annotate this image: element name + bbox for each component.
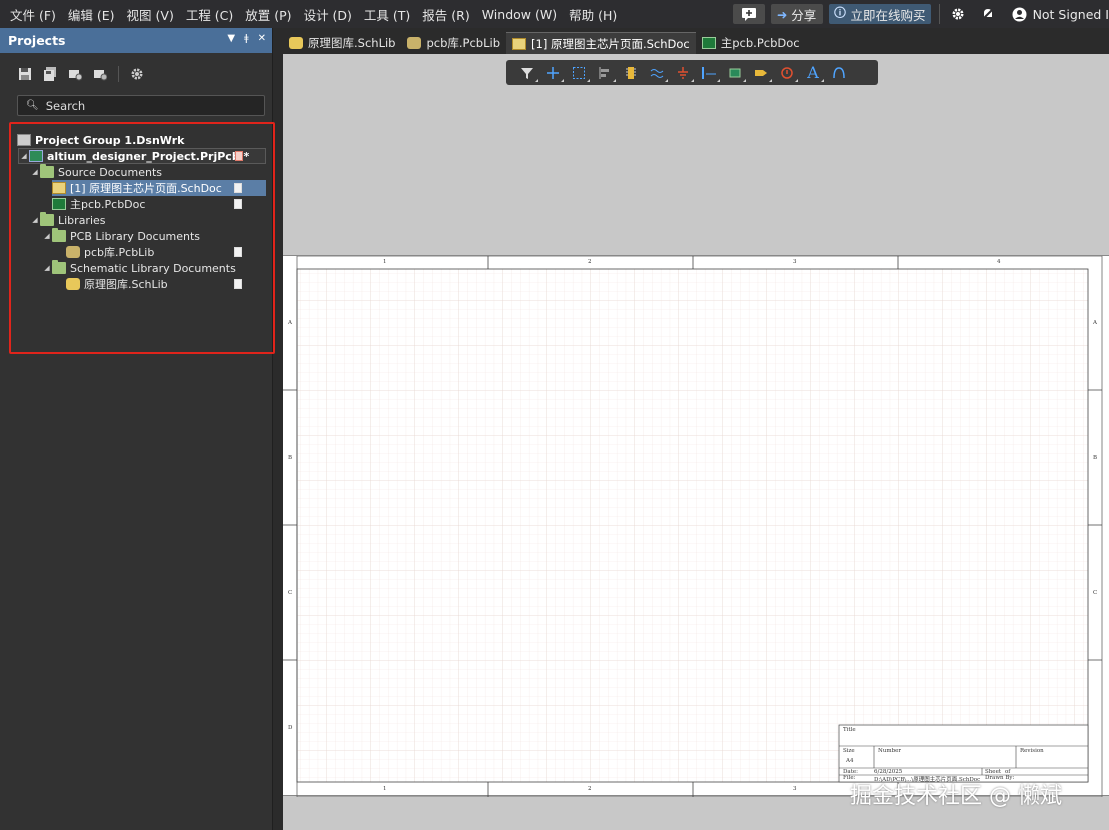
- search-placeholder: Search: [45, 98, 86, 113]
- menubar-right: ➜ 分享 🛈 立即在线购买 Not Signed I: [727, 0, 1109, 28]
- title-block-title-label: Title: [843, 727, 856, 733]
- watermark-text: 掘金技术社区 @ 懒斌: [850, 784, 1062, 809]
- gear-icon: [952, 8, 964, 20]
- column-label-4: 4: [997, 259, 1001, 265]
- highlight-annotation-box: [9, 122, 275, 354]
- menu-place[interactable]: 放置 (P): [245, 5, 291, 24]
- account-label: Not Signed I: [1032, 6, 1109, 22]
- search-input[interactable]: 🔍︎ Search: [17, 95, 265, 116]
- select-rectangle-icon[interactable]: [568, 64, 590, 82]
- pcb-doc-icon: [701, 37, 716, 49]
- settings-button[interactable]: [946, 4, 970, 24]
- filter-icon[interactable]: [516, 64, 538, 82]
- column-label-2-bottom: 2: [588, 786, 592, 792]
- panel-toolbar: [0, 53, 272, 95]
- user-icon: [1012, 7, 1027, 21]
- port-icon[interactable]: [750, 64, 772, 82]
- panel-header-controls: ▼ ǂ ✕: [227, 33, 266, 44]
- wire-icon[interactable]: [646, 64, 668, 82]
- bus-entry-icon[interactable]: [698, 64, 720, 82]
- sheet-symbol-icon[interactable]: [724, 64, 746, 82]
- account-button[interactable]: Not Signed I: [1006, 4, 1109, 24]
- close-icon[interactable]: ✕: [258, 33, 266, 44]
- component-icon[interactable]: [620, 64, 642, 82]
- bell-off-icon: [980, 7, 995, 21]
- column-label-3-bottom: 3: [793, 786, 797, 792]
- tab-label: [1] 原理图主芯片页面.SchDoc: [531, 36, 690, 51]
- toolbar-separator: [938, 4, 940, 24]
- row-label-b: B: [288, 455, 293, 461]
- gear-icon[interactable]: [130, 67, 144, 81]
- save-icon[interactable]: [18, 67, 32, 81]
- title-block-size-label: Size: [843, 748, 855, 754]
- row-label-d: D: [288, 725, 293, 731]
- altium-designer-window: 文件 (F) 编辑 (E) 视图 (V) 工程 (C) 放置 (P) 设计 (D…: [0, 0, 1109, 830]
- row-label-c-right: C: [1093, 590, 1098, 596]
- menu-bar: 文件 (F) 编辑 (E) 视图 (V) 工程 (C) 放置 (P) 设计 (D…: [0, 0, 1109, 28]
- notifications-button[interactable]: [976, 4, 1000, 24]
- menu-help[interactable]: 帮助 (H): [569, 5, 617, 24]
- title-block-size-value: A4: [846, 758, 854, 764]
- schematic-doc-icon: [512, 37, 527, 50]
- title-block-number-label: Number: [878, 748, 901, 754]
- column-label-3: 3: [793, 259, 797, 265]
- align-icon[interactable]: [594, 64, 616, 82]
- tab-pcbdoc[interactable]: 主pcb.PcbDoc: [696, 32, 806, 54]
- crosshair-icon[interactable]: [542, 64, 564, 82]
- menu-reports[interactable]: 报告 (R): [422, 5, 469, 24]
- menu-project[interactable]: 工程 (C): [186, 5, 233, 24]
- menu-file[interactable]: 文件 (F): [10, 5, 56, 24]
- menu-tools[interactable]: 工具 (T): [364, 5, 410, 24]
- search-icon: 🔍︎: [26, 100, 39, 111]
- project-options-icon[interactable]: [93, 67, 108, 81]
- add-comment-icon: [741, 8, 756, 21]
- title-block-revision-label: Revision: [1020, 748, 1044, 754]
- column-label-1: 1: [383, 259, 387, 265]
- menu-design[interactable]: 设计 (D): [304, 5, 352, 24]
- comment-button[interactable]: [732, 4, 765, 24]
- tab-schlib[interactable]: 原理图库.SchLib: [283, 32, 401, 54]
- panel-menu-icon[interactable]: ▼: [227, 33, 235, 44]
- share-icon: ➜: [776, 6, 788, 22]
- menu-view[interactable]: 视图 (V): [127, 5, 174, 24]
- tab-label: 主pcb.PcbDoc: [720, 36, 800, 50]
- power-port-icon[interactable]: [672, 64, 694, 82]
- toolbar-divider: [118, 66, 119, 82]
- tab-label: 原理图库.SchLib: [308, 36, 396, 50]
- share-button[interactable]: ➜ 分享: [770, 4, 823, 24]
- document-tabs: 原理图库.SchLib pcb库.PcbLib [1] 原理图主芯片页面.Sch…: [283, 30, 1109, 54]
- menu-window[interactable]: Window (W): [482, 7, 557, 22]
- column-label-2: 2: [588, 259, 592, 265]
- buy-online-label: 立即在线购买: [850, 7, 926, 23]
- row-label-a: A: [288, 320, 292, 326]
- text-icon[interactable]: A: [802, 63, 824, 82]
- tab-label: pcb库.PcbLib: [426, 36, 501, 50]
- panel-title: Projects: [8, 33, 66, 48]
- active-bar-toolbar: A: [506, 60, 878, 85]
- schematic-sheet-drawing: [283, 255, 1103, 798]
- pin-icon[interactable]: ǂ: [244, 33, 249, 44]
- tab-schdoc[interactable]: [1] 原理图主芯片页面.SchDoc: [506, 32, 696, 54]
- pcb-library-icon: [407, 37, 422, 49]
- schematic-sheet[interactable]: 1 2 3 4 1 2 3 A B C D A B C Title Size A…: [283, 255, 1109, 798]
- row-label-a-right: A: [1093, 320, 1097, 326]
- row-label-c: C: [288, 590, 293, 596]
- directive-icon[interactable]: [776, 64, 798, 82]
- menu-edit[interactable]: 编辑 (E): [68, 5, 115, 24]
- schematic-library-icon: [289, 37, 303, 49]
- arc-icon[interactable]: [828, 64, 850, 82]
- buy-online-button[interactable]: 🛈 立即在线购买: [828, 4, 931, 24]
- cart-icon: 🛈: [833, 4, 847, 20]
- row-label-b-right: B: [1093, 455, 1098, 461]
- save-all-icon[interactable]: [43, 67, 57, 81]
- open-folder-icon[interactable]: [68, 67, 83, 81]
- panel-header: Projects ▼ ǂ ✕: [0, 28, 272, 53]
- tab-pcblib[interactable]: pcb库.PcbLib: [401, 32, 506, 54]
- column-label-1-bottom: 1: [383, 786, 387, 792]
- share-label: 分享: [791, 7, 817, 23]
